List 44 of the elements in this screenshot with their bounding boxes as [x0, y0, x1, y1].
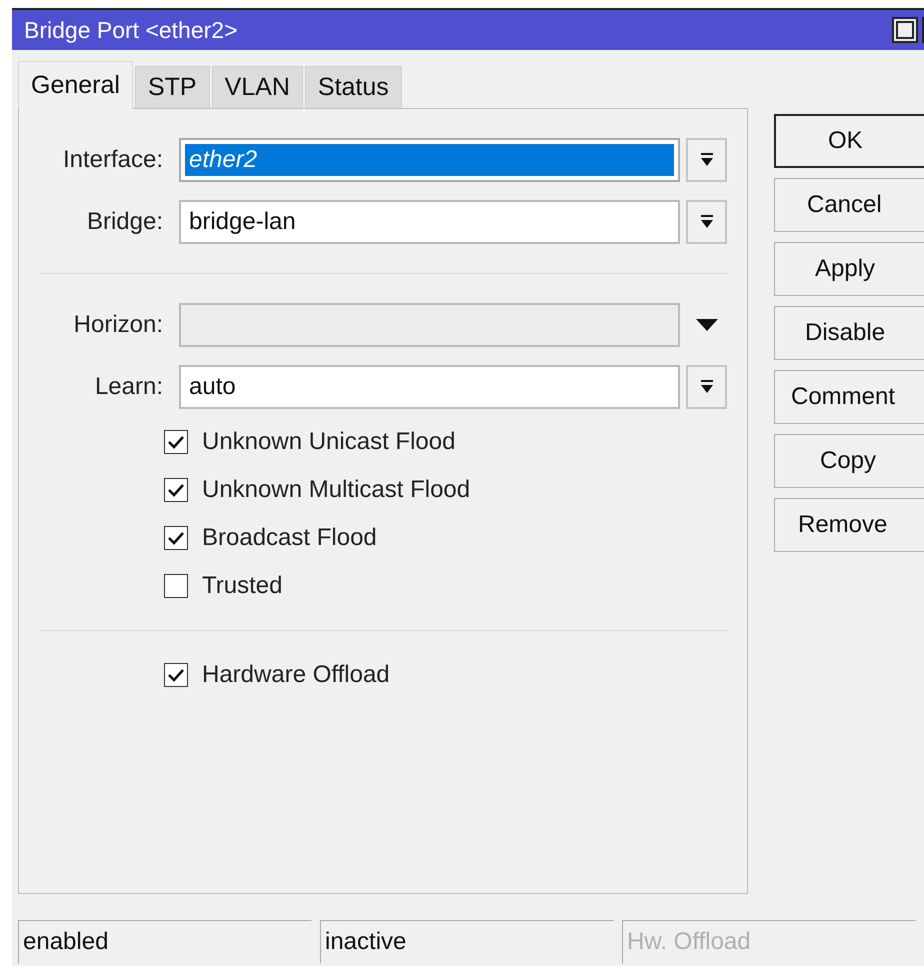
checkbox-label: Trusted [202, 572, 282, 600]
dialog-button[interactable]: Comment [774, 370, 924, 424]
status-field: enabled [18, 920, 312, 964]
checkmark-icon [168, 531, 184, 545]
dropdown-arrow-icon[interactable] [696, 319, 718, 331]
field-label: Horizon: [72, 311, 164, 339]
dropdown-arrow-icon [700, 152, 714, 168]
dialog-button[interactable]: Apply [774, 242, 924, 296]
field-label: Learn: [94, 373, 163, 401]
tab[interactable]: Status [304, 66, 402, 108]
dialog-button[interactable]: Disable [774, 306, 924, 360]
checkbox-label: Unknown Unicast Flood [202, 428, 456, 456]
checkbox-label: Hardware Offload [202, 661, 390, 689]
dropdown-button[interactable] [686, 138, 727, 182]
dropdown-button[interactable] [686, 200, 727, 244]
field-label: Bridge: [86, 208, 163, 236]
dialog-button[interactable]: OK [774, 114, 924, 168]
checkmark-icon [168, 668, 184, 682]
dropdown-button[interactable] [686, 365, 727, 409]
checkbox[interactable] [164, 574, 188, 598]
field-label: Interface: [62, 146, 163, 174]
checkmark-icon [168, 483, 184, 497]
checkbox[interactable] [164, 430, 188, 454]
input-field[interactable]: bridge-lan [179, 200, 680, 244]
input-field[interactable]: ether2 [179, 138, 680, 182]
status-field: inactive [320, 920, 614, 964]
tab[interactable]: General [18, 61, 133, 109]
checkbox-label: Unknown Multicast Flood [202, 476, 470, 504]
dropdown-arrow-icon [700, 214, 714, 230]
checkbox-label: Broadcast Flood [202, 524, 377, 552]
checkbox[interactable] [164, 663, 188, 687]
maximize-icon[interactable] [892, 17, 918, 43]
status-field: Hw. Offload [622, 920, 916, 964]
checkbox[interactable] [164, 478, 188, 502]
tab[interactable]: STP [134, 66, 210, 108]
input-field[interactable]: auto [179, 365, 680, 409]
dialog-button[interactable]: Copy [774, 434, 924, 488]
dropdown-arrow-icon [700, 379, 714, 395]
window-title: Bridge Port <ether2> [24, 16, 239, 44]
dialog-button[interactable]: Remove [774, 498, 924, 552]
checkmark-icon [168, 435, 184, 449]
checkbox[interactable] [164, 526, 188, 550]
tab[interactable]: VLAN [212, 66, 303, 108]
dialog-button[interactable]: Cancel [774, 178, 924, 232]
